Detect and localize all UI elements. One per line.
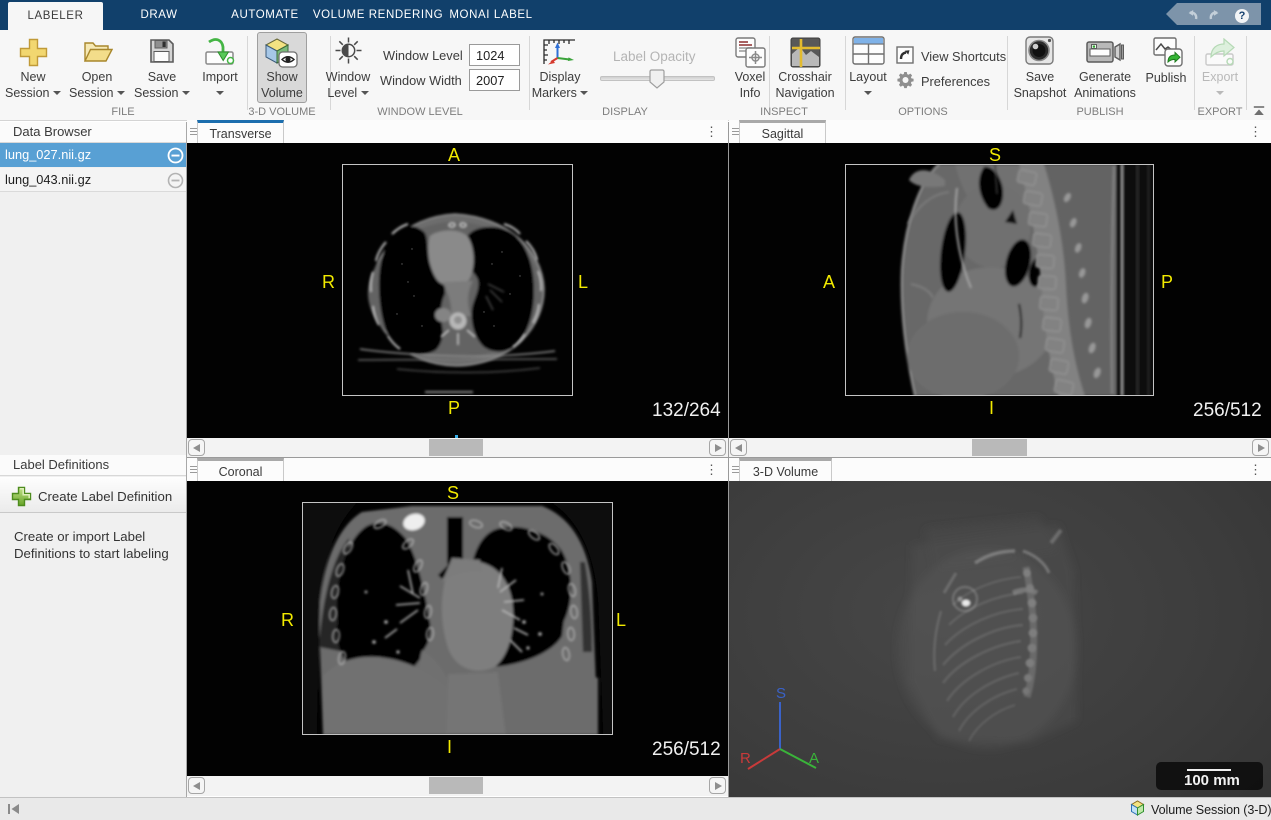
- svg-text:A: A: [809, 750, 819, 767]
- svg-text:S: S: [776, 688, 786, 702]
- svg-text:R: R: [740, 750, 751, 767]
